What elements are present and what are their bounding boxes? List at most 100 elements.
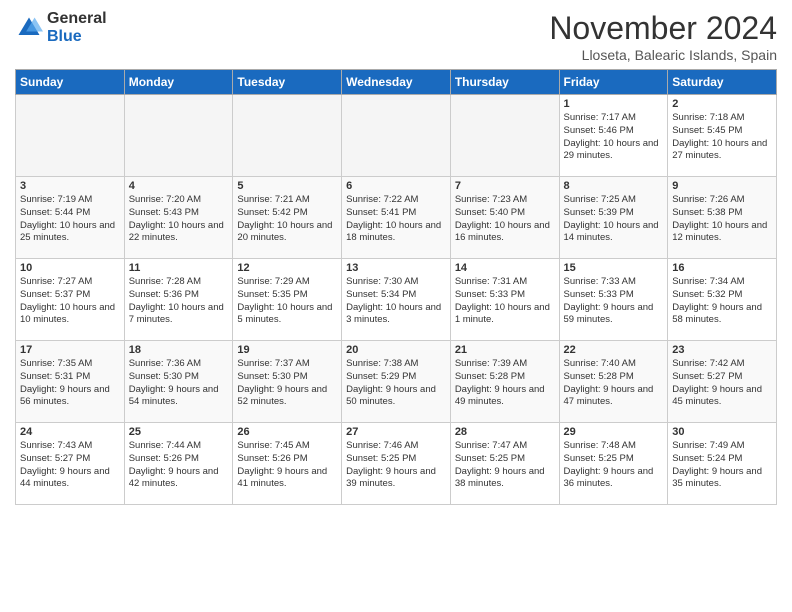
calendar-cell: 22 Sunrise: 7:40 AM Sunset: 5:28 PM Dayli… — [559, 341, 668, 423]
day-info: Sunrise: 7:19 AM Sunset: 5:44 PM Dayligh… — [20, 194, 120, 245]
calendar-header-saturday: Saturday — [668, 70, 777, 95]
calendar-cell: 13 Sunrise: 7:30 AM Sunset: 5:34 PM Dayli… — [342, 259, 451, 341]
day-info: Sunrise: 7:39 AM Sunset: 5:28 PM Dayligh… — [455, 358, 555, 409]
day-info: Sunrise: 7:40 AM Sunset: 5:28 PM Dayligh… — [564, 358, 664, 409]
day-number: 19 — [237, 344, 337, 356]
day-info: Sunrise: 7:27 AM Sunset: 5:37 PM Dayligh… — [20, 276, 120, 327]
day-info: Sunrise: 7:22 AM Sunset: 5:41 PM Dayligh… — [346, 194, 446, 245]
day-info: Sunrise: 7:31 AM Sunset: 5:33 PM Dayligh… — [455, 276, 555, 327]
month-title: November 2024 — [549, 10, 777, 47]
day-info: Sunrise: 7:18 AM Sunset: 5:45 PM Dayligh… — [672, 112, 772, 163]
day-number: 22 — [564, 344, 664, 356]
day-number: 11 — [129, 262, 229, 274]
calendar-cell: 23Sunrise: 7:42 AM Sunset: 5:27 PM Dayli… — [668, 341, 777, 423]
day-info: Sunrise: 7:42 AM Sunset: 5:27 PM Dayligh… — [672, 358, 772, 409]
day-info: Sunrise: 7:21 AM Sunset: 5:42 PM Dayligh… — [237, 194, 337, 245]
calendar-cell: 30 Sunrise: 7:49 AM Sunset: 5:24 PM Dayli… — [668, 423, 777, 505]
day-info: Sunrise: 7:48 AM Sunset: 5:25 PM Dayligh… — [564, 440, 664, 491]
day-info: Sunrise: 7:30 AM Sunset: 5:34 PM Dayligh… — [346, 276, 446, 327]
calendar-cell: 16 Sunrise: 7:34 AM Sunset: 5:32 PM Dayli… — [668, 259, 777, 341]
calendar-cell: 25Sunrise: 7:44 AM Sunset: 5:26 PM Dayli… — [124, 423, 233, 505]
day-info: Sunrise: 7:20 AM Sunset: 5:43 PM Dayligh… — [129, 194, 229, 245]
day-number: 4 — [129, 180, 229, 192]
day-info: Sunrise: 7:33 AM Sunset: 5:33 PM Dayligh… — [564, 276, 664, 327]
day-number: 16 — [672, 262, 772, 274]
day-info: Sunrise: 7:46 AM Sunset: 5:25 PM Dayligh… — [346, 440, 446, 491]
calendar-header-row: SundayMondayTuesdayWednesdayThursdayFrid… — [16, 70, 777, 95]
calendar-cell: 17 Sunrise: 7:35 AM Sunset: 5:31 PM Dayli… — [16, 341, 125, 423]
calendar-cell: 6 Sunrise: 7:22 AM Sunset: 5:41 PM Daylig… — [342, 177, 451, 259]
calendar-cell: 5 Sunrise: 7:21 AM Sunset: 5:42 PM Daylig… — [233, 177, 342, 259]
calendar-cell: 29 Sunrise: 7:48 AM Sunset: 5:25 PM Dayli… — [559, 423, 668, 505]
day-number: 14 — [455, 262, 555, 274]
day-number: 30 — [672, 426, 772, 438]
day-info: Sunrise: 7:36 AM Sunset: 5:30 PM Dayligh… — [129, 358, 229, 409]
calendar-cell — [124, 95, 233, 177]
day-number: 24 — [20, 426, 120, 438]
calendar-cell: 24 Sunrise: 7:43 AM Sunset: 5:27 PM Dayli… — [16, 423, 125, 505]
week-row-0: 1Sunrise: 7:17 AM Sunset: 5:46 PM Daylig… — [16, 95, 777, 177]
location-title: Lloseta, Balearic Islands, Spain — [549, 47, 777, 63]
calendar-cell: 12Sunrise: 7:29 AM Sunset: 5:35 PM Dayli… — [233, 259, 342, 341]
day-info: Sunrise: 7:44 AM Sunset: 5:26 PM Dayligh… — [129, 440, 229, 491]
calendar-cell: 1Sunrise: 7:17 AM Sunset: 5:46 PM Daylig… — [559, 95, 668, 177]
day-number: 17 — [20, 344, 120, 356]
logo: General Blue — [15, 10, 107, 45]
day-info: Sunrise: 7:35 AM Sunset: 5:31 PM Dayligh… — [20, 358, 120, 409]
day-number: 13 — [346, 262, 446, 274]
day-info: Sunrise: 7:37 AM Sunset: 5:30 PM Dayligh… — [237, 358, 337, 409]
week-row-2: 10 Sunrise: 7:27 AM Sunset: 5:37 PM Dayli… — [16, 259, 777, 341]
calendar-body: 1Sunrise: 7:17 AM Sunset: 5:46 PM Daylig… — [16, 95, 777, 505]
calendar-cell: 14 Sunrise: 7:31 AM Sunset: 5:33 PM Dayli… — [450, 259, 559, 341]
day-number: 28 — [455, 426, 555, 438]
day-number: 15 — [564, 262, 664, 274]
calendar-header-monday: Monday — [124, 70, 233, 95]
calendar-cell: 18 Sunrise: 7:36 AM Sunset: 5:30 PM Dayli… — [124, 341, 233, 423]
calendar-cell: 28 Sunrise: 7:47 AM Sunset: 5:25 PM Dayli… — [450, 423, 559, 505]
page: General Blue November 2024 Lloseta, Bale… — [0, 0, 792, 612]
day-number: 9 — [672, 180, 772, 192]
day-number: 1 — [564, 98, 664, 110]
calendar-cell: 21 Sunrise: 7:39 AM Sunset: 5:28 PM Dayli… — [450, 341, 559, 423]
logo-text: General Blue — [47, 10, 107, 45]
day-number: 2 — [672, 98, 772, 110]
day-number: 26 — [237, 426, 337, 438]
calendar-cell: 20Sunrise: 7:38 AM Sunset: 5:29 PM Dayli… — [342, 341, 451, 423]
day-number: 5 — [237, 180, 337, 192]
calendar-cell: 26 Sunrise: 7:45 AM Sunset: 5:26 PM Dayli… — [233, 423, 342, 505]
calendar-cell — [450, 95, 559, 177]
header: General Blue November 2024 Lloseta, Bale… — [15, 10, 777, 63]
day-info: Sunrise: 7:43 AM Sunset: 5:27 PM Dayligh… — [20, 440, 120, 491]
day-number: 18 — [129, 344, 229, 356]
day-number: 10 — [20, 262, 120, 274]
week-row-1: 3 Sunrise: 7:19 AM Sunset: 5:44 PM Daylig… — [16, 177, 777, 259]
calendar-cell: 3 Sunrise: 7:19 AM Sunset: 5:44 PM Daylig… — [16, 177, 125, 259]
day-info: Sunrise: 7:25 AM Sunset: 5:39 PM Dayligh… — [564, 194, 664, 245]
calendar-header-sunday: Sunday — [16, 70, 125, 95]
day-number: 3 — [20, 180, 120, 192]
logo-blue: Blue — [47, 28, 107, 46]
day-info: Sunrise: 7:34 AM Sunset: 5:32 PM Dayligh… — [672, 276, 772, 327]
day-info: Sunrise: 7:38 AM Sunset: 5:29 PM Dayligh… — [346, 358, 446, 409]
calendar-cell: 10 Sunrise: 7:27 AM Sunset: 5:37 PM Dayli… — [16, 259, 125, 341]
calendar-header-thursday: Thursday — [450, 70, 559, 95]
day-info: Sunrise: 7:23 AM Sunset: 5:40 PM Dayligh… — [455, 194, 555, 245]
day-info: Sunrise: 7:49 AM Sunset: 5:24 PM Dayligh… — [672, 440, 772, 491]
day-number: 12 — [237, 262, 337, 274]
calendar-header-friday: Friday — [559, 70, 668, 95]
day-info: Sunrise: 7:26 AM Sunset: 5:38 PM Dayligh… — [672, 194, 772, 245]
day-number: 21 — [455, 344, 555, 356]
day-number: 7 — [455, 180, 555, 192]
calendar-header-tuesday: Tuesday — [233, 70, 342, 95]
day-info: Sunrise: 7:45 AM Sunset: 5:26 PM Dayligh… — [237, 440, 337, 491]
day-number: 29 — [564, 426, 664, 438]
day-info: Sunrise: 7:47 AM Sunset: 5:25 PM Dayligh… — [455, 440, 555, 491]
week-row-3: 17 Sunrise: 7:35 AM Sunset: 5:31 PM Dayli… — [16, 341, 777, 423]
calendar-cell: 9 Sunrise: 7:26 AM Sunset: 5:38 PM Daylig… — [668, 177, 777, 259]
logo-general: General — [47, 10, 107, 28]
day-number: 6 — [346, 180, 446, 192]
calendar-cell: 11Sunrise: 7:28 AM Sunset: 5:36 PM Dayli… — [124, 259, 233, 341]
title-block: November 2024 Lloseta, Balearic Islands,… — [549, 10, 777, 63]
calendar-cell: 7 Sunrise: 7:23 AM Sunset: 5:40 PM Daylig… — [450, 177, 559, 259]
calendar-cell — [233, 95, 342, 177]
